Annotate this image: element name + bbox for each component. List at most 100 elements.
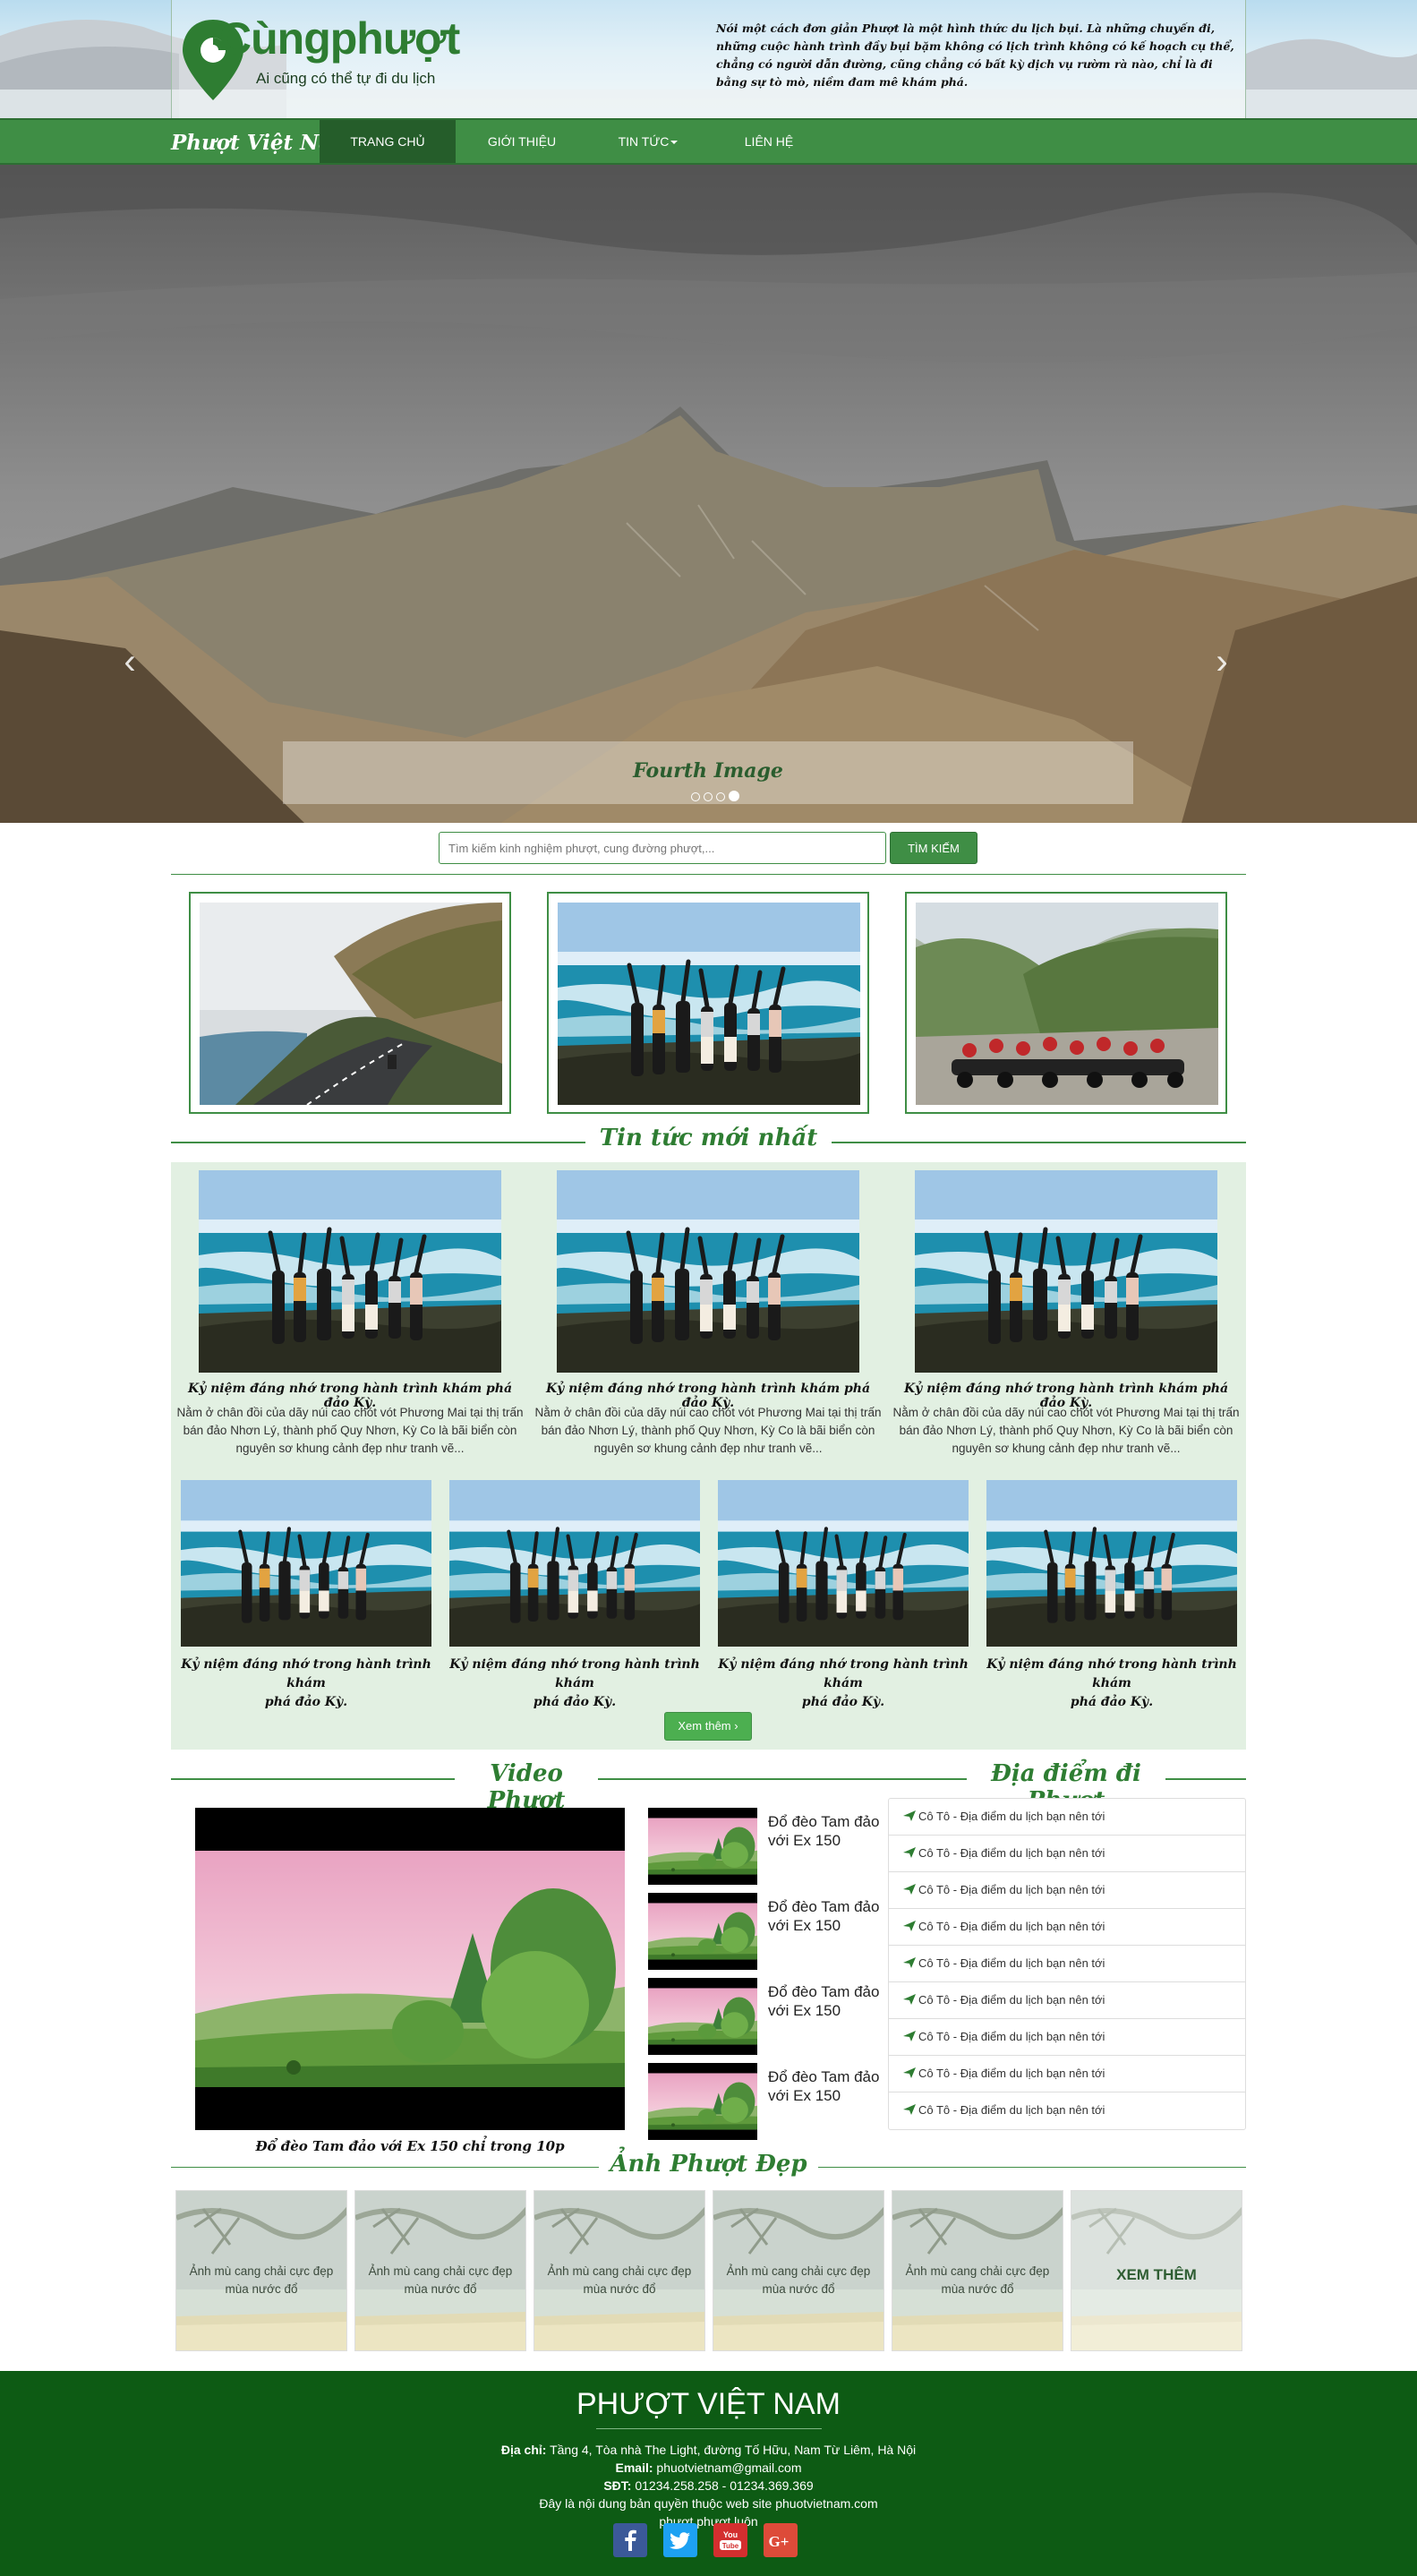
location-item[interactable]: Cô Tô - Địa điểm du lịch bạn nên tới [889,2092,1245,2129]
location-label: Cô Tô - Địa điểm du lịch bạn nên tới [918,1883,1105,1896]
locations-list: Cô Tô - Địa điểm du lịch bạn nên tới Cô … [888,1798,1246,2130]
footer-email-label: Email: [615,2460,653,2475]
photo-card[interactable]: Ảnh mù cang chải cực đẹp mùa nước đổ [354,2190,526,2351]
photo-card[interactable]: Ảnh mù cang chải cực đẹp mùa nước đổ [713,2190,884,2351]
carousel-indicator[interactable] [691,792,700,801]
search-input[interactable] [439,832,886,864]
paper-plane-icon [903,1994,916,2005]
nav-item-label: TIN TỨC [618,134,670,149]
location-label: Cô Tô - Địa điểm du lịch bạn nên tới [918,1956,1105,1970]
carousel-prev-button[interactable]: ‹ [112,639,148,684]
svg-text:Tube: Tube [722,2542,739,2550]
logo-text[interactable]: Cùngphượt [219,13,460,64]
featured-card[interactable] [189,892,511,1114]
footer-email: Email: phuotvietnam@gmail.com [0,2460,1417,2477]
video-thumb-label[interactable]: Đổ đèo Tam đảo với Ex 150 [768,1897,893,1935]
nav-item-contact[interactable]: LIÊN HỆ [708,120,830,163]
svg-text:G+: G+ [769,2533,790,2550]
carousel-indicator[interactable] [716,792,725,801]
location-label: Cô Tô - Địa điểm du lịch bạn nên tới [918,2103,1105,2117]
section-title-photos: Ảnh Phượt Đẹp [599,2151,818,2178]
photo-caption: Ảnh mù cang chải cực đẹp mùa nước đổ [368,2264,513,2296]
footer-address-label: Địa chỉ: [500,2443,547,2457]
carousel-next-button[interactable]: › [1204,639,1240,684]
search-button[interactable]: TÌM KIẾM [890,832,977,864]
location-item[interactable]: Cô Tô - Địa điểm du lịch bạn nên tới [889,2019,1245,2056]
photo-more-card[interactable]: XEM THÊM [1071,2190,1242,2351]
photo-more-label: XEM THÊM [1116,2266,1197,2283]
carousel-indicator-active[interactable] [729,791,739,801]
video-player[interactable] [195,1808,625,2130]
nav-item-label: LIÊN HỆ [744,134,794,149]
news-image-small[interactable] [718,1480,969,1647]
google-plus-icon[interactable]: G+ [764,2523,798,2557]
divider [171,874,1246,875]
footer-divider [596,2428,822,2429]
featured-image [200,903,502,1105]
news-image-small[interactable] [986,1480,1237,1647]
photo-card[interactable]: Ảnh mù cang chải cực đẹp mùa nước đổ [892,2190,1063,2351]
news-image[interactable] [915,1170,1217,1373]
news-title-line: Kỷ niệm đáng nhớ trong hành trình khám [986,1657,1237,1690]
video-thumbnail[interactable] [648,2063,757,2140]
caret-down-icon [670,141,679,145]
news-title-line: phá đảo Kỳ. [533,1695,617,1709]
location-item[interactable]: Cô Tô - Địa điểm du lịch bạn nên tới [889,1836,1245,1872]
facebook-icon[interactable] [613,2523,647,2557]
twitter-icon[interactable] [663,2523,697,2557]
footer-address-value: Tầng 4, Tòa nhà The Light, đường Tố Hữu,… [550,2443,917,2457]
news-image-small[interactable] [181,1480,431,1647]
news-title-line: phá đảo Kỳ. [1070,1695,1154,1709]
news-title-line: Kỷ niệm đáng nhớ trong hành trình khám [181,1657,431,1690]
news-description: Nằm ở chân đồi của dãy núi cao chót vót … [176,1406,524,1455]
location-item[interactable]: Cô Tô - Địa điểm du lịch bạn nên tới [889,1982,1245,2019]
featured-card[interactable] [547,892,869,1114]
video-thumbnail[interactable] [648,1808,757,1885]
footer-email-value[interactable]: phuotvietnam@gmail.com [656,2460,801,2475]
location-label: Cô Tô - Địa điểm du lịch bạn nên tới [918,1993,1105,2007]
nav-item-home[interactable]: TRANG CHỦ [320,120,456,163]
photo-card[interactable]: Ảnh mù cang chải cực đẹp mùa nước đổ [534,2190,705,2351]
news-title-small[interactable]: Kỷ niệm đáng nhớ trong hành trình khám ph… [445,1656,704,1712]
location-item[interactable]: Cô Tô - Địa điểm du lịch bạn nên tới [889,1946,1245,1982]
section-title-news: Tin tức mới nhất [585,1125,832,1151]
location-item[interactable]: Cô Tô - Địa điểm du lịch bạn nên tới [889,1909,1245,1946]
video-thumb-label[interactable]: Đổ đèo Tam đảo với Ex 150 [768,2067,893,2105]
footer-tagline: phượt phượt luôn [659,2514,758,2529]
footer-copyright: Đây là nội dung bản quyền thuộc web site… [539,2496,878,2511]
news-title-small[interactable]: Kỷ niệm đáng nhớ trong hành trình khám ph… [176,1656,436,1712]
chevron-right-icon: › [1216,642,1228,681]
nav-item-about[interactable]: GIỚI THIỆU [456,120,588,163]
nav-item-news[interactable]: TIN TỨC [588,120,708,163]
video-thumb-label[interactable]: Đổ đèo Tam đảo với Ex 150 [768,1812,893,1850]
featured-image [916,903,1218,1105]
news-image[interactable] [557,1170,859,1373]
news-title-small[interactable]: Kỷ niệm đáng nhớ trong hành trình khám ph… [713,1656,973,1712]
main-navbar: Phượt Việt Nam TRANG CHỦ GIỚI THIỆU TIN … [0,118,1417,165]
site-footer: PHƯỢT VIỆT NAM Địa chỉ: Tầng 4, Tòa nhà … [0,2371,1417,2576]
location-item[interactable]: Cô Tô - Địa điểm du lịch bạn nên tới [889,1872,1245,1909]
hero-carousel[interactable]: ‹ › Fourth Image [0,165,1417,823]
youtube-icon[interactable]: You Tube [713,2523,747,2557]
video-thumbnail[interactable] [648,1893,757,1970]
location-label: Cô Tô - Địa điểm du lịch bạn nên tới [918,1920,1105,1933]
location-item[interactable]: Cô Tô - Địa điểm du lịch bạn nên tới [889,2056,1245,2092]
news-title-small[interactable]: Kỷ niệm đáng nhớ trong hành trình khám ph… [982,1656,1242,1712]
more-news-button[interactable]: Xem thêm › [664,1712,752,1741]
location-label: Cô Tô - Địa điểm du lịch bạn nên tới [918,2030,1105,2043]
paper-plane-icon [903,1921,916,1931]
video-thumb-label[interactable]: Đổ đèo Tam đảo với Ex 150 [768,1982,893,2020]
photo-card[interactable]: Ảnh mù cang chải cực đẹp mùa nước đổ [175,2190,347,2351]
nav-item-label: TRANG CHỦ [350,134,425,149]
photo-caption: Ảnh mù cang chải cực đẹp mùa nước đổ [547,2264,692,2296]
footer-phone-value: 01234.258.258 - 01234.369.369 [635,2478,814,2493]
location-label: Cô Tô - Địa điểm du lịch bạn nên tới [918,1846,1105,1860]
paper-plane-icon [903,2031,916,2041]
news-image[interactable] [199,1170,501,1373]
carousel-indicator[interactable] [704,792,713,801]
featured-card[interactable] [905,892,1227,1114]
video-thumbnail[interactable] [648,1978,757,2055]
news-image-small[interactable] [449,1480,700,1647]
location-item[interactable]: Cô Tô - Địa điểm du lịch bạn nên tới [889,1799,1245,1836]
site-header: Cùngphượt Ai cũng có thể tự đi du lịch N… [0,0,1417,118]
